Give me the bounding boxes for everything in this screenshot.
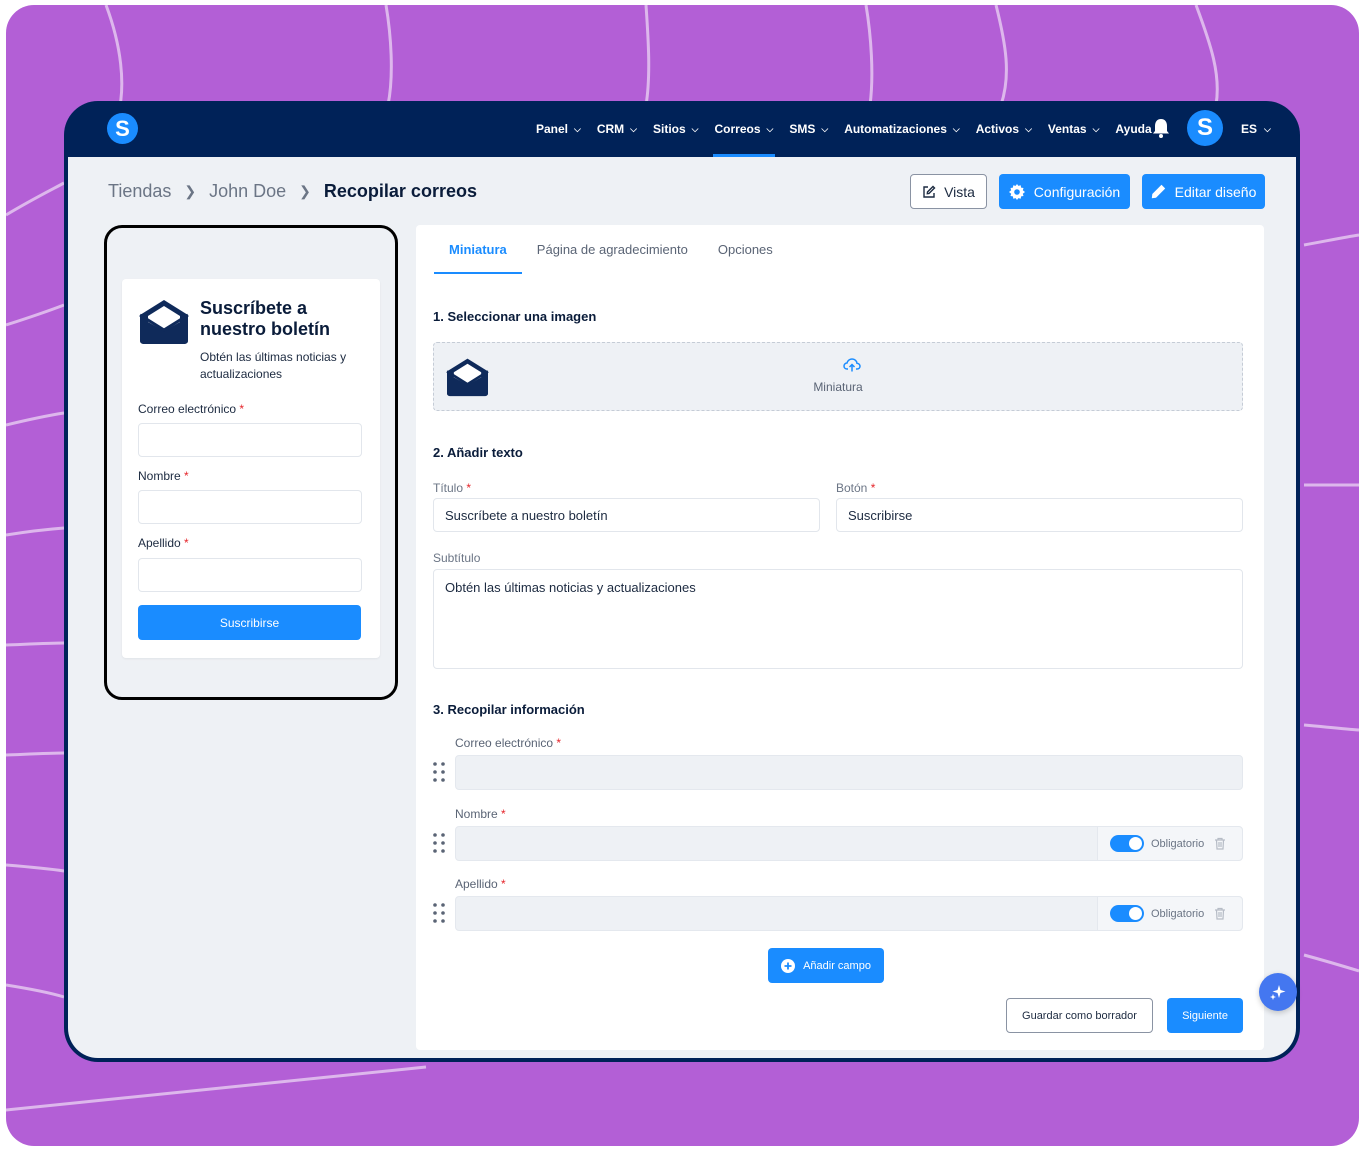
required-toggle-label: Obligatorio: [1151, 837, 1205, 850]
main-nav: Panel ⌵ CRM ⌵ Sitios ⌵ Correos ⌵ SMS ⌵ Automa…: [536, 101, 1168, 157]
subtitle-textarea[interactable]: Obtén las últimas noticias y actualizaci…: [433, 569, 1243, 669]
subtitle-field-label: Subtítulo: [433, 551, 481, 565]
language-selector[interactable]: ES ⌵: [1241, 101, 1271, 157]
nav-item-sms[interactable]: SMS ⌵: [789, 101, 828, 157]
chevron-right-icon: ❯: [299, 183, 311, 199]
collect-first-name-label: Nombre *: [455, 807, 506, 821]
plus-circle-icon: [781, 958, 796, 973]
chevron-down-icon: ⌵: [1092, 123, 1100, 134]
collect-email-label: Correo electrónico *: [455, 736, 562, 750]
collect-last-name-field[interactable]: Obligatorio: [455, 896, 1243, 931]
external-edit-icon: [923, 185, 936, 198]
preview-subtitle: Obtén las últimas noticias y actualizaci…: [200, 350, 347, 381]
newsletter-preview-card: Suscríbete a nuestro boletín Obtén las ú…: [122, 279, 380, 658]
save-draft-button[interactable]: Guardar como borrador: [1006, 998, 1153, 1033]
preview-last-name-input[interactable]: [138, 558, 362, 592]
image-upload-dropzone[interactable]: Miniatura: [433, 342, 1243, 411]
collect-last-name-label: Apellido *: [455, 877, 506, 891]
next-button[interactable]: Siguiente: [1167, 998, 1243, 1033]
breadcrumb: Tiendas ❯ John Doe ❯ Recopilar correos: [108, 181, 477, 202]
section-text-title: 2. Añadir texto: [433, 445, 523, 460]
tab-bar: Miniatura Página de agradecimiento Opcio…: [434, 225, 788, 274]
nav-item-ayuda[interactable]: Ayuda: [1115, 101, 1151, 157]
nav-item-automatizaciones[interactable]: Automatizaciones ⌵: [844, 101, 960, 157]
required-toggle[interactable]: [1110, 835, 1144, 852]
drag-handle-icon[interactable]: [433, 903, 445, 923]
breadcrumb-john-doe[interactable]: John Doe: [209, 181, 286, 202]
section-collect-title: 3. Recopilar información: [433, 702, 585, 717]
content-area: Tiendas ❯ John Doe ❯ Recopilar correos V…: [68, 157, 1296, 1058]
chevron-down-icon: ⌵: [574, 123, 581, 134]
bell-icon[interactable]: [1152, 118, 1170, 138]
nav-item-panel[interactable]: Panel ⌵: [536, 101, 581, 157]
title-field-label: Título *: [433, 481, 472, 495]
required-toggle-label: Obligatorio: [1151, 907, 1205, 920]
avatar[interactable]: S: [1187, 110, 1223, 146]
gear-icon: [1008, 183, 1025, 200]
app-logo[interactable]: S: [107, 113, 138, 144]
preview-email-label: Correo electrónico *: [138, 402, 245, 416]
section-image-title: 1. Seleccionar una imagen: [433, 309, 597, 324]
pencil-icon: [1151, 184, 1165, 199]
chevron-down-icon: ⌵: [630, 123, 637, 134]
field-tools: Obligatorio: [1097, 827, 1242, 860]
chevron-down-icon: ⌵: [821, 123, 829, 134]
nav-item-crm[interactable]: CRM ⌵: [597, 101, 637, 157]
preview-subscribe-button[interactable]: Suscribirse: [138, 605, 361, 640]
preview-last-name-label: Apellido *: [138, 536, 189, 550]
tab-options[interactable]: Opciones: [703, 225, 788, 274]
nav-item-ventas[interactable]: Ventas ⌵: [1048, 101, 1100, 157]
drag-handle-icon[interactable]: [433, 762, 445, 782]
upload-label: Miniatura: [813, 380, 863, 394]
editor-panel: Miniatura Página de agradecimiento Opcio…: [416, 225, 1264, 1050]
app-window: S Panel ⌵ CRM ⌵ Sitios ⌵ Correos ⌵ SMS ⌵ Auto…: [64, 101, 1300, 1062]
collect-email-field[interactable]: [455, 755, 1243, 790]
chevron-down-icon: ⌵: [766, 123, 774, 134]
sparkle-icon: [1270, 985, 1286, 1000]
settings-button[interactable]: Configuración: [999, 174, 1130, 209]
chevron-right-icon: ❯: [184, 183, 197, 199]
chevron-down-icon: ⌵: [691, 123, 699, 134]
chevron-down-icon: ⌵: [952, 123, 960, 134]
drag-handle-icon[interactable]: [433, 833, 445, 853]
button-field-label: Botón *: [836, 481, 876, 495]
tab-thank-you-page[interactable]: Página de agradecimiento: [522, 225, 703, 274]
nav-item-activos[interactable]: Activos ⌵: [976, 101, 1032, 157]
title-input[interactable]: Suscríbete a nuestro boletín: [433, 498, 820, 532]
nav-item-correos[interactable]: Correos ⌵: [712, 101, 776, 157]
chevron-down-icon: ⌵: [1264, 123, 1271, 134]
button-text-input[interactable]: Suscribirse: [836, 498, 1243, 532]
required-toggle[interactable]: [1110, 905, 1144, 922]
field-tools: Obligatorio: [1097, 897, 1242, 930]
mobile-preview: Suscríbete a nuestro boletín Obtén las ú…: [104, 225, 398, 700]
edit-design-button[interactable]: Editar diseño: [1142, 174, 1265, 209]
trash-icon[interactable]: [1214, 837, 1226, 850]
preview-first-name-input[interactable]: [138, 490, 362, 524]
page-title: Recopilar correos: [323, 181, 477, 201]
breadcrumb-tiendas[interactable]: Tiendas: [108, 181, 171, 202]
preview-email-input[interactable]: [138, 423, 362, 457]
tab-miniatura[interactable]: Miniatura: [434, 225, 522, 274]
ai-assistant-button[interactable]: [1259, 973, 1297, 1011]
add-field-button[interactable]: Añadir campo: [768, 948, 884, 983]
collect-first-name-field[interactable]: Obligatorio: [455, 826, 1243, 861]
nav-item-sitios[interactable]: Sitios ⌵: [653, 101, 699, 157]
preview-first-name-label: Nombre *: [138, 469, 189, 483]
chevron-down-icon: ⌵: [1025, 123, 1032, 134]
trash-icon[interactable]: [1214, 907, 1226, 920]
view-button[interactable]: Vista: [910, 174, 987, 209]
preview-title: Suscríbete a nuestro boletín: [200, 298, 330, 339]
envelope-icon: [139, 300, 189, 344]
cloud-upload-icon: [843, 358, 861, 372]
